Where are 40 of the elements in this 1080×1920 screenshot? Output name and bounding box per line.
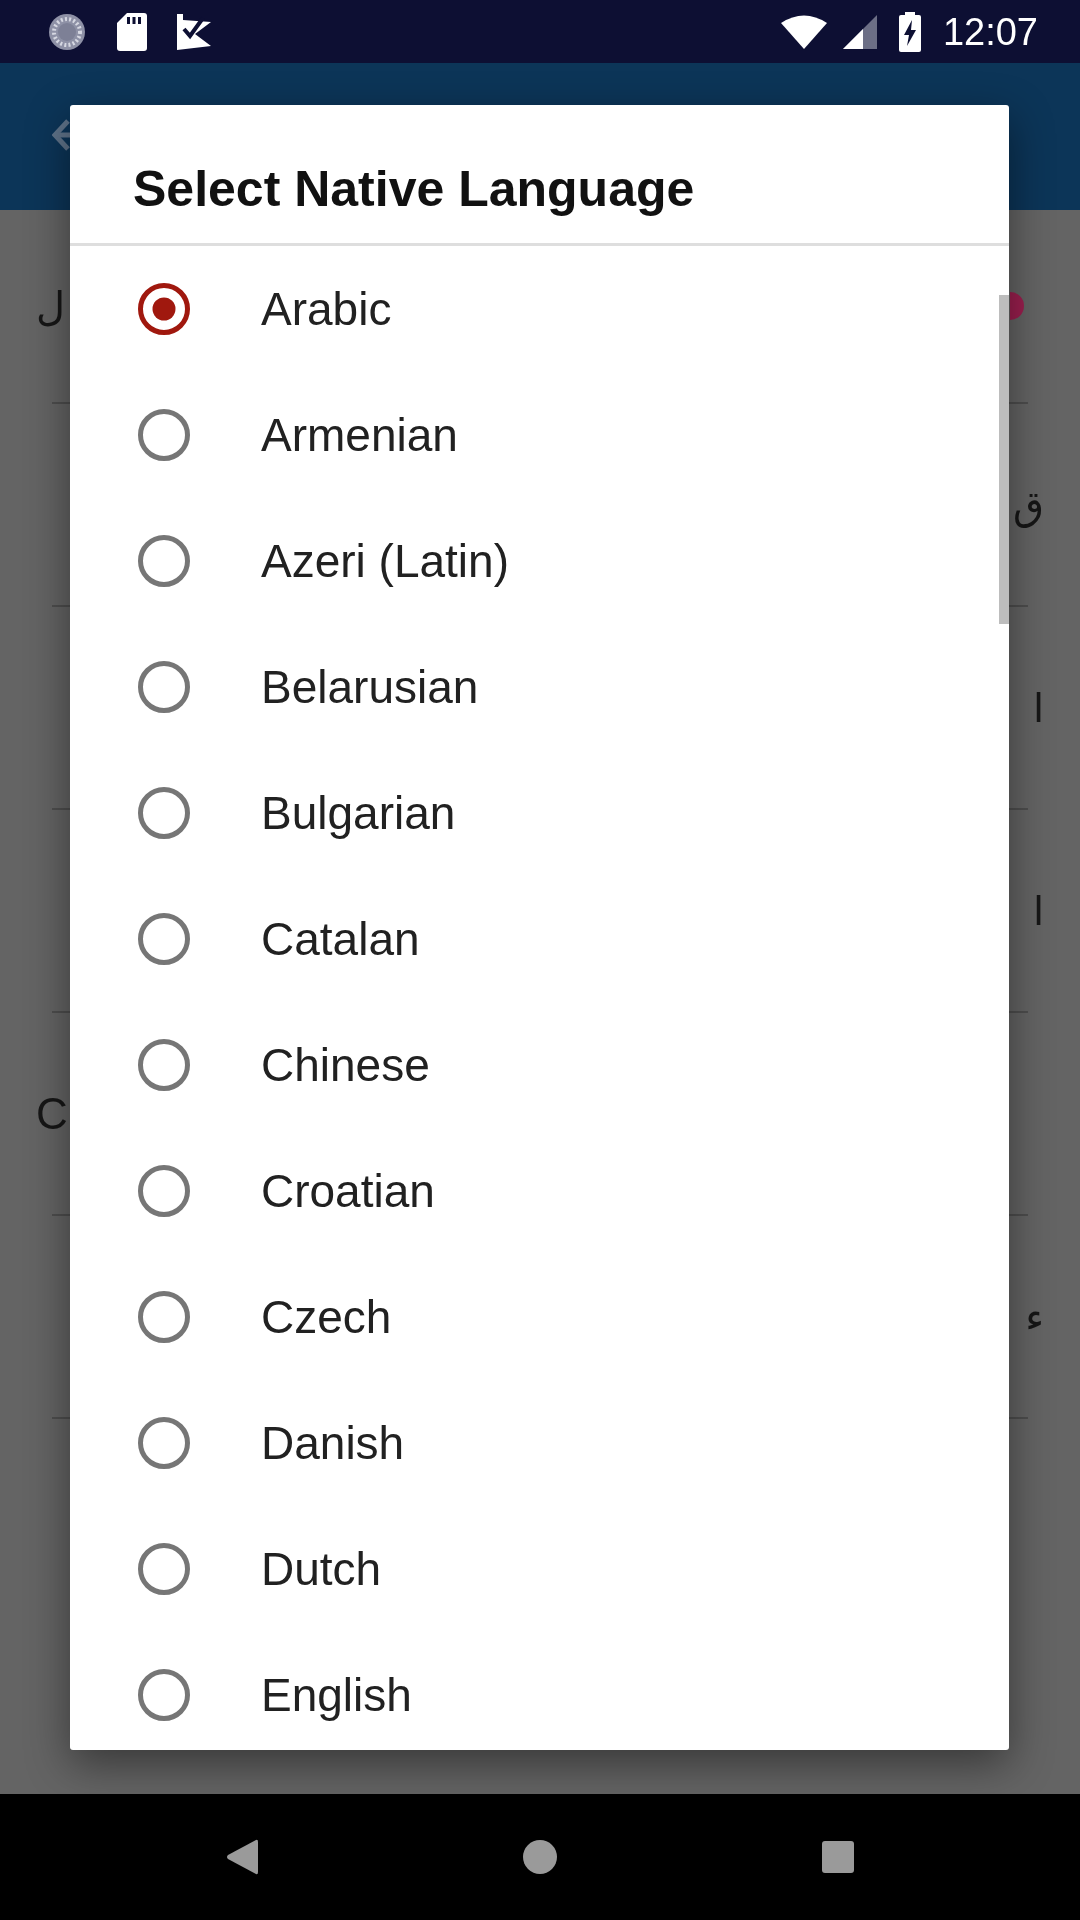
status-time: 12:07 <box>942 9 1038 54</box>
language-option[interactable]: Dutch <box>70 1506 1009 1632</box>
wifi-icon <box>780 14 827 49</box>
radio-button[interactable] <box>138 1291 190 1343</box>
language-option[interactable]: Danish <box>70 1380 1009 1506</box>
battery-charging-icon <box>898 11 921 52</box>
radio-button[interactable] <box>138 1543 190 1595</box>
radio-button[interactable] <box>138 409 190 461</box>
back-icon[interactable] <box>226 1838 258 1876</box>
radio-button[interactable] <box>138 1165 190 1217</box>
language-option[interactable]: Azeri (Latin) <box>70 498 1009 624</box>
list-item-text: ء <box>1025 1292 1044 1342</box>
radio-button[interactable] <box>138 1417 190 1469</box>
language-option[interactable]: Armenian <box>70 372 1009 498</box>
language-option[interactable]: Croatian <box>70 1128 1009 1254</box>
dialog-title: Select Native Language <box>133 160 695 218</box>
radio-button[interactable] <box>138 283 190 335</box>
language-option[interactable]: Czech <box>70 1254 1009 1380</box>
sd-card-icon <box>117 12 147 51</box>
list-item-text: C <box>36 1088 68 1139</box>
list-item-text: ا <box>1032 886 1044 936</box>
list-item-text: ا <box>1032 683 1044 733</box>
radio-button[interactable] <box>138 535 190 587</box>
radio-button[interactable] <box>138 661 190 713</box>
spinner-icon <box>47 11 87 52</box>
check-flag-icon <box>177 13 211 50</box>
home-icon[interactable] <box>523 1840 557 1874</box>
radio-button[interactable] <box>138 1669 190 1721</box>
language-option[interactable]: Catalan <box>70 876 1009 1002</box>
list-item-text: ل <box>36 282 66 331</box>
language-option[interactable]: Bulgarian <box>70 750 1009 876</box>
radio-button[interactable] <box>138 1039 190 1091</box>
language-option[interactable]: Chinese <box>70 1002 1009 1128</box>
language-option[interactable]: English <box>70 1632 1009 1750</box>
signal-icon <box>842 14 877 49</box>
radio-button[interactable] <box>138 913 190 965</box>
list-item-text: ق <box>1012 480 1044 530</box>
radio-button[interactable] <box>138 787 190 839</box>
language-option[interactable]: Belarusian <box>70 624 1009 750</box>
language-option[interactable]: Arabic <box>70 246 1009 372</box>
